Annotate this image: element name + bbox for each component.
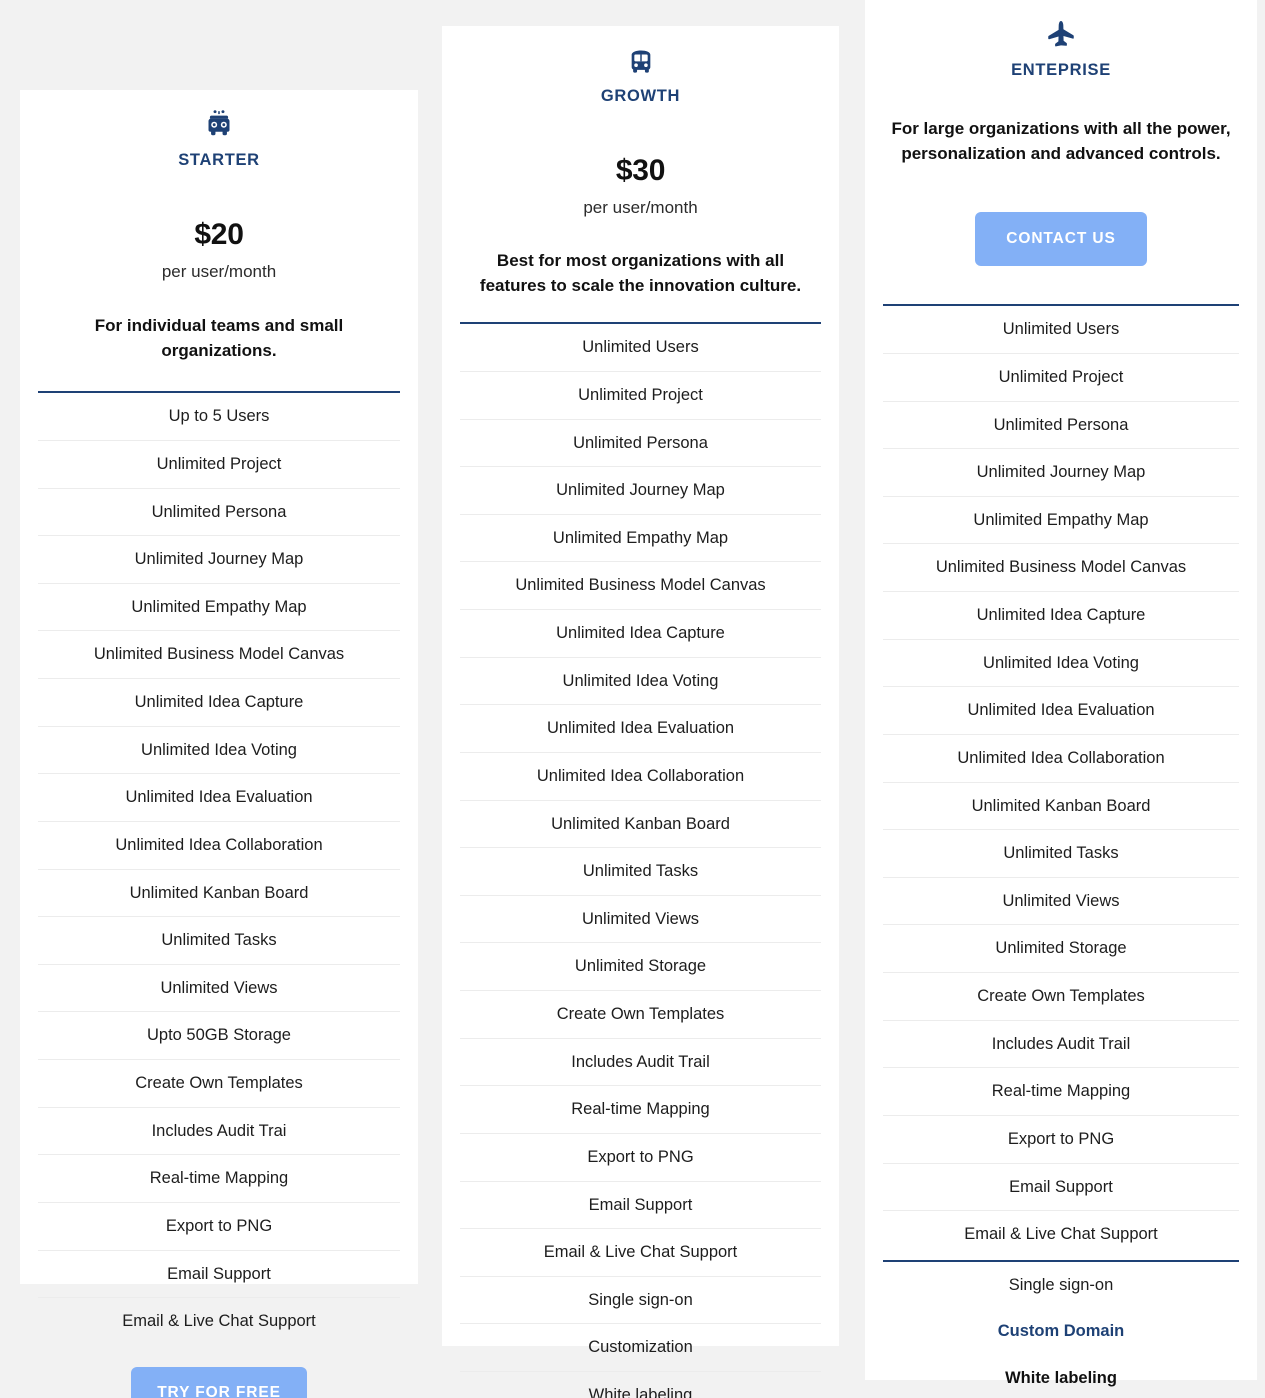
- plan-card-enterprise-inner: ENTEPRISE For large organizations with a…: [865, 0, 1257, 1387]
- plan-tagline-enterprise: For large organizations with all the pow…: [891, 119, 1231, 163]
- feature-item: Unlimited Empathy Map: [460, 515, 821, 563]
- feature-item: Email & Live Chat Support: [122, 1312, 316, 1331]
- feature-item: Create Own Templates: [883, 973, 1239, 1021]
- feature-item: Unlimited Tasks: [38, 917, 400, 965]
- feature-item: Unlimited Journey Map: [460, 467, 821, 515]
- feature-item: Real-time Mapping: [460, 1086, 821, 1134]
- contact-us-button[interactable]: CONTACT US: [975, 212, 1147, 267]
- try-for-free-button-starter[interactable]: TRY FOR FREE: [131, 1366, 307, 1398]
- feature-item: Unlimited Journey Map: [38, 536, 400, 584]
- feature-item: Email & Live Chat Support: [964, 1225, 1158, 1244]
- feature-item: Unlimited Idea Evaluation: [460, 705, 821, 753]
- feature-item: Unlimited Kanban Board: [460, 801, 821, 849]
- plan-name-enterprise: ENTEPRISE: [1011, 61, 1111, 79]
- feature-list-starter: Up to 5 Users Unlimited Project Unlimited …: [38, 391, 400, 1345]
- feature-item: Email & Live Chat Support: [460, 1229, 821, 1277]
- feature-item: Unlimited Storage: [883, 925, 1239, 974]
- feature-list-enterprise: Unlimited Users Unlimited Project Unlimite…: [883, 304, 1239, 1258]
- feature-item: Real-time Mapping: [883, 1068, 1239, 1116]
- feature-item: Email Support: [460, 1182, 821, 1230]
- plan-tagline-starter: For individual teams and small organizat…: [94, 316, 344, 360]
- feature-item: Unlimited Idea Capture: [883, 592, 1239, 640]
- feature-item: Real-time Mapping: [38, 1155, 400, 1203]
- enterprise-cta-wrap: CONTACT US: [883, 212, 1239, 267]
- feature-item: Export to PNG: [460, 1134, 821, 1182]
- plan-card-growth-inner: GROWTH $30 per user/month Best for most …: [442, 26, 839, 1398]
- feature-item-extra: Custom Domain: [997, 1322, 1125, 1341]
- plan-name-growth: GROWTH: [600, 87, 681, 105]
- feature-item: Export to PNG: [38, 1203, 400, 1251]
- feature-item: Unlimited Persona: [883, 402, 1239, 450]
- feature-item: Unlimited Idea Collaboration: [460, 753, 821, 801]
- feature-item: Create Own Templates: [38, 1060, 400, 1108]
- starter-cta-wrap: TRY FOR FREE: [38, 1366, 400, 1398]
- plan-card-enterprise[interactable]: ENTEPRISE For large organizations with a…: [865, 0, 1257, 1387]
- feature-item: Unlimited Storage: [460, 943, 821, 992]
- feature-item: Unlimited Users: [883, 306, 1239, 354]
- feature-item: Unlimited Journey Map: [883, 449, 1239, 497]
- feature-item: Unlimited Idea Capture: [38, 679, 400, 727]
- feature-item: Includes Audit Trail: [460, 1039, 821, 1087]
- feature-item-extra: White labeling: [1005, 1369, 1117, 1388]
- feature-item: Unlimited Idea Voting: [38, 727, 400, 775]
- plan-card-starter[interactable]: STARTER $20 per user/month For individua…: [20, 90, 418, 1398]
- feature-item: Unlimited Kanban Board: [883, 783, 1239, 831]
- feature-item: Unlimited Persona: [38, 489, 400, 537]
- plan-price-starter: $20: [194, 218, 244, 251]
- feature-item: Customization: [460, 1324, 821, 1373]
- feature-item: Unlimited Kanban Board: [38, 870, 400, 918]
- feature-item: Unlimited Business Model Canvas: [38, 631, 400, 680]
- feature-list-enterprise-extras: Single sign-on Custom Domain White labelin…: [883, 1259, 1239, 1398]
- feature-item: Up to 5 Users: [38, 393, 400, 441]
- plan-period-starter: per user/month: [161, 262, 277, 281]
- taxi-car-icon: [38, 90, 400, 142]
- feature-item: Create Own Templates: [460, 991, 821, 1039]
- plan-price-growth: $30: [615, 154, 666, 187]
- feature-item: Unlimited Idea Collaboration: [883, 735, 1239, 783]
- feature-item: Unlimited Empathy Map: [38, 584, 400, 632]
- bus-icon: [460, 26, 821, 78]
- feature-item: Unlimited Project: [38, 441, 400, 489]
- feature-item: Includes Audit Trail: [883, 1021, 1239, 1069]
- feature-item: Unlimited Views: [460, 896, 821, 944]
- plan-name-starter: STARTER: [178, 151, 260, 169]
- feature-item: Includes Audit Trai: [38, 1108, 400, 1156]
- feature-list-growth: Unlimited Users Unlimited Project Unlimite…: [460, 322, 821, 1398]
- feature-item: Unlimited Idea Voting: [883, 640, 1239, 688]
- feature-item: Unlimited Views: [883, 878, 1239, 926]
- feature-item: Unlimited Users: [460, 324, 821, 372]
- feature-item: Unlimited Idea Capture: [460, 610, 821, 658]
- feature-item: Unlimited Idea Evaluation: [883, 687, 1239, 735]
- feature-item: Unlimited Tasks: [460, 848, 821, 896]
- plan-period-growth: per user/month: [583, 198, 698, 217]
- plan-tagline-growth: Best for most organizations with all fea…: [479, 251, 802, 295]
- feature-item: Unlimited Empathy Map: [883, 497, 1239, 545]
- feature-item: Unlimited Idea Evaluation: [38, 774, 400, 822]
- plan-card-starter-inner: STARTER $20 per user/month For individua…: [20, 90, 418, 1398]
- feature-item: Unlimited Persona: [460, 420, 821, 468]
- feature-item: Export to PNG: [883, 1116, 1239, 1164]
- feature-item: Email Support: [883, 1164, 1239, 1212]
- pricing-plans-page: STARTER $20 per user/month For individua…: [0, 0, 1265, 1398]
- feature-item: Unlimited Tasks: [883, 830, 1239, 878]
- feature-item: Unlimited Business Model Canvas: [883, 544, 1239, 593]
- plan-card-growth[interactable]: GROWTH $30 per user/month Best for most …: [442, 26, 839, 1398]
- feature-item: White labeling: [588, 1386, 693, 1398]
- feature-item: Unlimited Project: [883, 354, 1239, 402]
- airplane-icon: [883, 0, 1239, 52]
- feature-item: Unlimited Business Model Canvas: [460, 562, 821, 611]
- feature-item: Upto 50GB Storage: [38, 1012, 400, 1061]
- feature-item: Email Support: [38, 1251, 400, 1299]
- feature-item: Unlimited Project: [460, 372, 821, 420]
- feature-item: Single sign-on: [460, 1277, 821, 1325]
- feature-item-extra: Single sign-on: [1008, 1275, 1114, 1294]
- feature-item: Unlimited Views: [38, 965, 400, 1013]
- feature-item: Unlimited Idea Collaboration: [38, 822, 400, 870]
- feature-item: Unlimited Idea Voting: [460, 658, 821, 706]
